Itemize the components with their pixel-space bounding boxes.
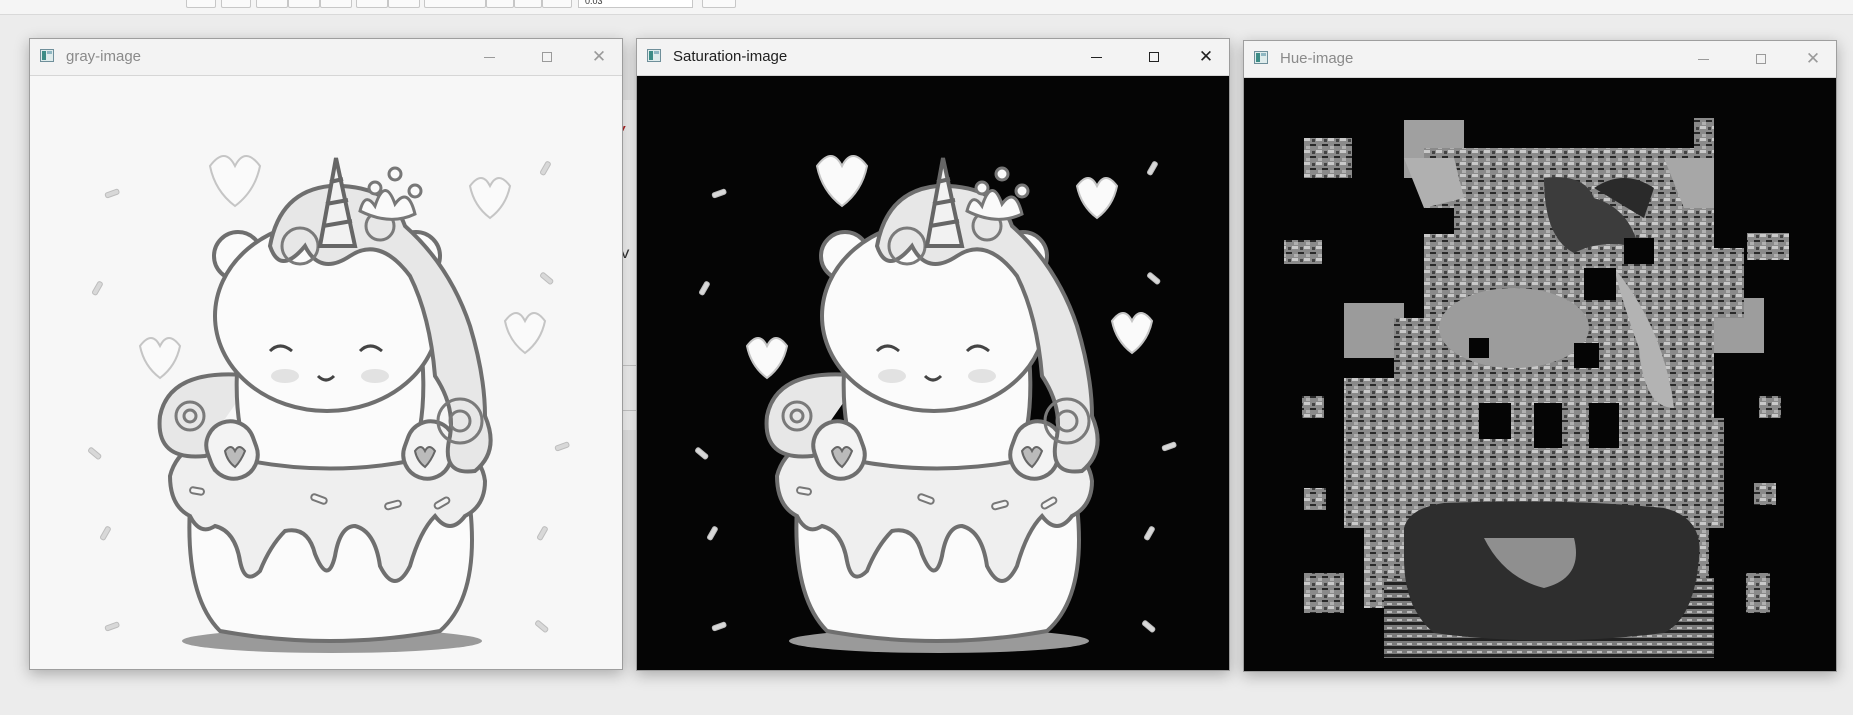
maximize-icon — [1149, 52, 1159, 62]
toolbar-button[interactable] — [256, 0, 288, 8]
toolbar-button[interactable] — [486, 0, 514, 8]
maximize-button[interactable] — [1131, 39, 1177, 75]
toolbar-button[interactable] — [186, 0, 216, 8]
maximize-button[interactable] — [524, 39, 570, 75]
maximize-button[interactable] — [1738, 41, 1784, 77]
minimize-icon — [1090, 56, 1102, 58]
close-icon: ✕ — [1198, 47, 1214, 67]
unicorn-cake-hue-image — [1284, 113, 1814, 658]
unicorn-cake-image: #w1 .shadow{fill:#9a9a9a} #w1 .cake,#w1 … — [85, 154, 572, 655]
image-canvas: #w1 .shadow{fill:#9a9a9a} #w1 .cake,#w1 … — [30, 76, 622, 669]
app-window-icon — [40, 49, 54, 62]
toolbar-button[interactable] — [221, 0, 251, 8]
image-canvas: #w2 .shadow{fill:#e8e8e8} #w2 .cake{fill… — [637, 76, 1229, 670]
minimize-button[interactable] — [1073, 39, 1119, 75]
toolbar-combo[interactable]: 0.03 — [578, 0, 693, 8]
toolbar-button[interactable] — [424, 0, 486, 8]
maximize-icon — [1756, 54, 1766, 64]
toolbar-button[interactable] — [356, 0, 388, 8]
toolbar-button[interactable] — [320, 0, 352, 8]
toolbar-button[interactable] — [288, 0, 320, 8]
toolbar-button[interactable] — [388, 0, 420, 8]
window-title: Saturation-image — [673, 48, 788, 65]
close-icon: ✕ — [1805, 49, 1821, 69]
app-window-icon — [647, 49, 661, 62]
window-titlebar[interactable]: Saturation-image ✕ — [637, 39, 1229, 76]
image-canvas — [1244, 78, 1836, 671]
window-title: Hue-image — [1280, 50, 1354, 67]
unicorn-cake-saturation-image: #w2 .shadow{fill:#e8e8e8} #w2 .cake{fill… — [692, 154, 1179, 655]
close-button[interactable]: ✕ — [576, 39, 622, 75]
background-toolbar: 0.03 — [0, 0, 1853, 15]
minimize-icon — [483, 56, 495, 58]
gray-image-window[interactable]: gray-image ✕ — [29, 38, 623, 670]
toolbar-button[interactable] — [542, 0, 572, 8]
close-icon: ✕ — [591, 47, 607, 67]
close-button[interactable]: ✕ — [1183, 39, 1229, 75]
minimize-button[interactable] — [1680, 41, 1726, 77]
window-title: gray-image — [66, 48, 142, 65]
window-titlebar[interactable]: gray-image ✕ — [30, 39, 622, 76]
app-window-icon — [1254, 51, 1268, 64]
maximize-icon — [542, 52, 552, 62]
toolbar-button[interactable] — [702, 0, 736, 8]
saturation-image-window[interactable]: Saturation-image ✕ #w2 .shadow{fill:#e8e… — [636, 38, 1230, 671]
close-button[interactable]: ✕ — [1790, 41, 1836, 77]
toolbar-button[interactable] — [514, 0, 542, 8]
minimize-button[interactable] — [466, 39, 512, 75]
hue-image-window[interactable]: Hue-image ✕ — [1243, 40, 1837, 672]
window-titlebar[interactable]: Hue-image ✕ — [1244, 41, 1836, 78]
minimize-icon — [1697, 58, 1709, 60]
